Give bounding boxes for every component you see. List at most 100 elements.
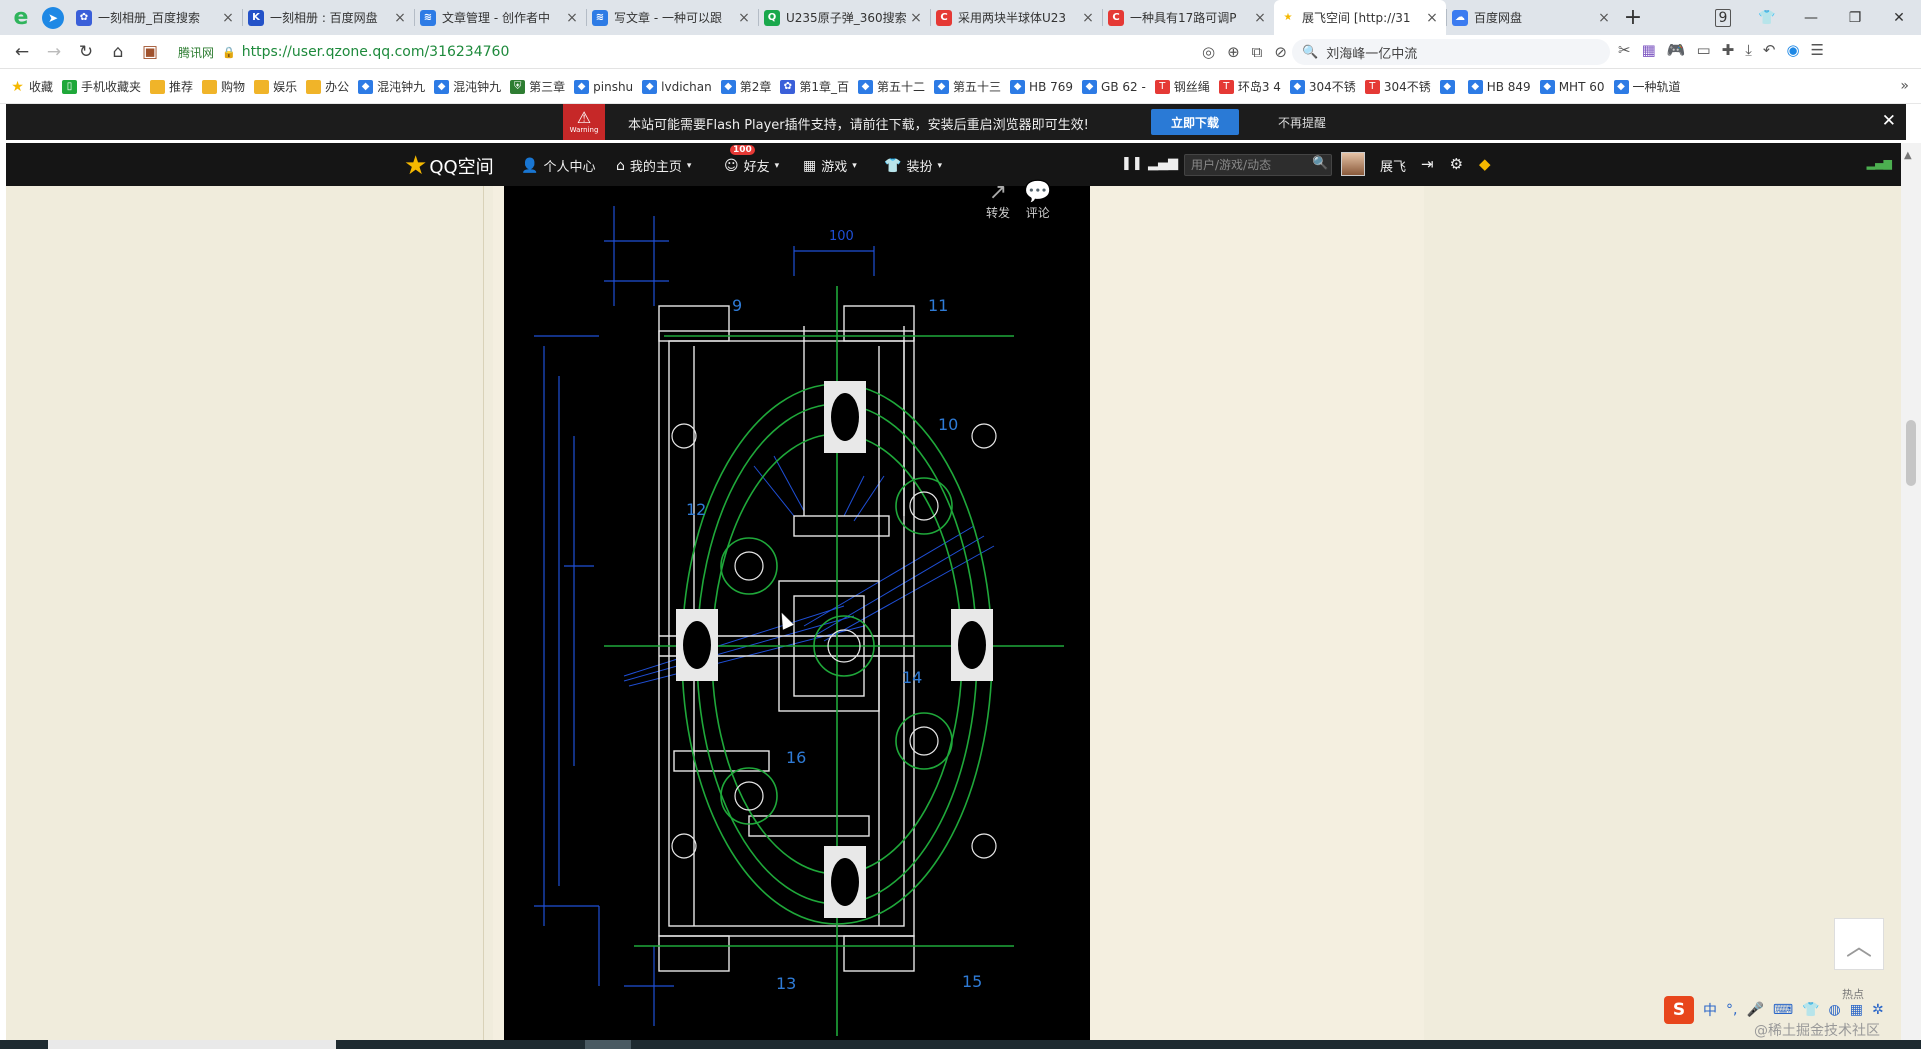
back-button[interactable]: ←: [6, 42, 38, 62]
sync-icon[interactable]: ◉: [1786, 41, 1799, 59]
bookmark-item[interactable]: T 环岛3 4: [1218, 78, 1281, 95]
music-bars-button[interactable]: ▂▄▆: [1148, 156, 1178, 171]
bookmark-item[interactable]: ✿ 第1章_百: [780, 78, 849, 95]
tab-3[interactable]: ≋ 写文章 - 一种可以跟 ×: [586, 0, 758, 35]
microphone-icon[interactable]: 🎤: [1746, 1002, 1763, 1018]
tab-close-icon[interactable]: ×: [1596, 10, 1612, 26]
qzone-search-input[interactable]: 用户/游戏/动态: [1184, 154, 1332, 176]
bookmark-item[interactable]: ◆ GB 62 -: [1082, 79, 1146, 94]
menu-icon[interactable]: ☰: [1811, 41, 1824, 59]
video-icon[interactable]: ▭: [1696, 41, 1710, 59]
bookmark-item[interactable]: 娱乐: [254, 78, 297, 95]
bookmark-item[interactable]: ◆ HB 769: [1010, 79, 1073, 94]
minimize-button[interactable]: —: [1789, 10, 1833, 26]
new-tab-button[interactable]: +: [1618, 5, 1648, 30]
browser-logo-icon[interactable]: e: [6, 3, 36, 33]
my-home-menu[interactable]: ⌂ 我的主页 ▾: [616, 156, 691, 176]
tab-close-icon[interactable]: ×: [1080, 10, 1096, 26]
avatar[interactable]: [1341, 152, 1365, 176]
toolbox-icon[interactable]: ▦: [1850, 1002, 1863, 1018]
download-now-button[interactable]: 立即下载: [1151, 109, 1239, 135]
back-to-top-button[interactable]: ︿: [1834, 918, 1884, 970]
bookmark-item[interactable]: ◆ 一种轨道: [1613, 78, 1681, 95]
puzzle-icon[interactable]: ✚: [1722, 41, 1735, 59]
search-box[interactable]: 🔍 刘海峰一亿中流: [1292, 39, 1610, 65]
taskbar-search[interactable]: [48, 1040, 336, 1049]
bookmark-item[interactable]: ▯ 手机收藏夹: [62, 78, 141, 95]
secure-site-badge[interactable]: 腾讯网: [178, 44, 214, 61]
game-icon[interactable]: 🎮: [1667, 41, 1686, 59]
tab-close-icon[interactable]: ×: [736, 10, 752, 26]
forward-button[interactable]: →: [38, 42, 70, 62]
share-button[interactable]: ↗ 转发: [986, 182, 1010, 221]
block-icon[interactable]: ⊘: [1274, 43, 1287, 61]
bookmark-item[interactable]: ◆: [1439, 79, 1459, 94]
music-pause-button[interactable]: ❚❚: [1121, 156, 1143, 171]
taskbar-app[interactable]: [585, 1040, 631, 1049]
close-icon[interactable]: ✕: [1882, 111, 1896, 131]
bookmark-item[interactable]: ◆ 第2章: [720, 78, 771, 95]
tab-7[interactable]: ★ 展飞空间 [http://31 ×: [1274, 0, 1446, 35]
tab-close-icon[interactable]: ×: [908, 10, 924, 26]
undo-icon[interactable]: ↶: [1763, 41, 1776, 59]
logout-icon[interactable]: ⇥: [1421, 155, 1434, 173]
tab-close-icon[interactable]: ×: [564, 10, 580, 26]
tab-0[interactable]: ✿ 一刻相册_百度搜索 ×: [70, 0, 242, 35]
bookmark-item[interactable]: ◆ lvdichan: [642, 79, 712, 94]
bookmark-item[interactable]: ⛨ 第三章: [510, 78, 565, 95]
qzone-logo[interactable]: ★ QQ空间: [404, 151, 494, 181]
ime-lang-toggle[interactable]: 中: [1703, 1000, 1717, 1020]
username[interactable]: 展飞: [1380, 156, 1406, 175]
restore-button[interactable]: ❐: [1833, 10, 1877, 26]
bookmark-item[interactable]: ◆ 第五十二: [858, 78, 925, 95]
bookmark-item[interactable]: ◆ 混沌钟九: [358, 78, 425, 95]
bookmark-item[interactable]: T 304不锈: [1364, 78, 1431, 95]
decorate-menu[interactable]: 👕 装扮 ▾: [884, 156, 942, 176]
tab-2[interactable]: ≋ 文章管理 - 创作者中 ×: [414, 0, 586, 35]
bookmark-item[interactable]: 购物: [202, 78, 245, 95]
address-bar[interactable]: 腾讯网 🔒 https://user.qzone.qq.com/31623476…: [178, 38, 1385, 66]
scissors-icon[interactable]: ✂: [1618, 41, 1631, 59]
bookmark-item[interactable]: ◆ pinshu: [574, 79, 633, 94]
bookmark-item[interactable]: ◆ 混沌钟九: [434, 78, 501, 95]
compat-mode-icon[interactable]: ◎: [1202, 43, 1215, 61]
extension-purple-icon[interactable]: ▦: [1642, 41, 1656, 59]
tab-count-button[interactable]: 9: [1701, 8, 1745, 27]
dont-remind-link[interactable]: 不再提醒: [1278, 114, 1326, 131]
bookmark-item[interactable]: 办公: [306, 78, 349, 95]
url-text[interactable]: https://user.qzone.qq.com/316234760: [242, 44, 510, 60]
settings-icon[interactable]: ✲: [1872, 1002, 1884, 1018]
gamepad-icon[interactable]: ◍: [1829, 1002, 1841, 1018]
comment-button[interactable]: 💬 评论: [1024, 182, 1051, 221]
cad-drawing-image[interactable]: [504, 186, 1090, 1040]
tab-5[interactable]: C 采用两块半球体U23 ×: [930, 0, 1102, 35]
tab-close-icon[interactable]: ×: [1252, 10, 1268, 26]
bookmark-item[interactable]: ◆ 304不锈: [1289, 78, 1356, 95]
download-icon[interactable]: ⤓: [1745, 41, 1752, 59]
bookmark-item[interactable]: ◆ MHT 60: [1539, 79, 1605, 94]
bookmark-item[interactable]: ◆ 第五十三: [934, 78, 1001, 95]
skin-icon[interactable]: 👕: [1745, 10, 1789, 26]
friends-menu[interactable]: ☺ 好友 ▾: [724, 156, 779, 176]
gear-icon[interactable]: ⚙: [1450, 155, 1463, 173]
tab-close-icon[interactable]: ×: [1424, 10, 1440, 26]
ime-punctuation-toggle[interactable]: °,: [1726, 1002, 1737, 1018]
search-input[interactable]: 刘海峰一亿中流: [1326, 43, 1417, 62]
close-window-button[interactable]: ✕: [1877, 10, 1921, 26]
tab-close-icon[interactable]: ×: [392, 10, 408, 26]
bookmarks-overflow-icon[interactable]: »: [1900, 78, 1909, 94]
screenshot-icon[interactable]: ⧉: [1252, 43, 1263, 61]
scrollbar-thumb[interactable]: [1906, 420, 1916, 486]
scrollbar[interactable]: [1901, 143, 1921, 1040]
tab-pin-icon[interactable]: ➤: [42, 6, 64, 29]
tab-1[interactable]: K 一刻相册 : 百度网盘 ×: [242, 0, 414, 35]
skin-icon[interactable]: 👕: [1802, 1002, 1819, 1018]
sogou-s-icon[interactable]: S: [1664, 996, 1694, 1024]
games-menu[interactable]: ▦ 游戏 ▾: [803, 156, 857, 176]
bookmark-item[interactable]: T 钢丝绳: [1154, 78, 1210, 95]
tab-close-icon[interactable]: ×: [220, 10, 236, 26]
refresh-button[interactable]: ↻: [70, 42, 102, 62]
tab-4[interactable]: Q U235原子弹_360搜索 ×: [758, 0, 930, 35]
scroll-up-arrow-icon[interactable]: ▲: [1904, 150, 1912, 161]
home-button[interactable]: ⌂: [102, 42, 134, 62]
